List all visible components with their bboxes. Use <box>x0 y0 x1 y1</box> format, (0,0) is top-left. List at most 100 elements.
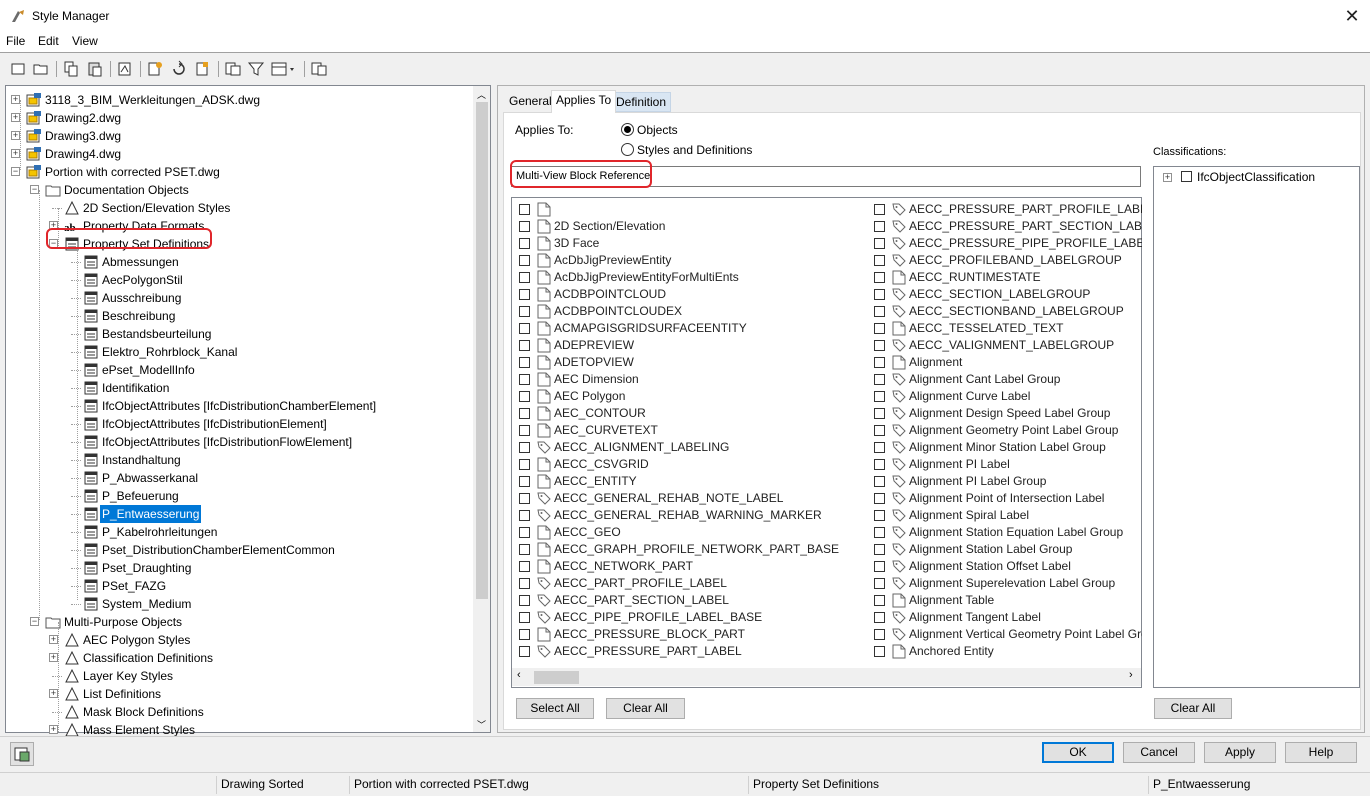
object-checkbox[interactable] <box>519 408 530 419</box>
object-type-label: Alignment Tangent Label <box>909 610 1041 624</box>
object-checkbox[interactable] <box>874 357 885 368</box>
object-checkbox[interactable] <box>874 527 885 538</box>
object-checkbox[interactable] <box>874 323 885 334</box>
object-type-icon <box>537 457 551 472</box>
ok-button[interactable]: OK <box>1042 742 1114 763</box>
object-checkbox[interactable] <box>519 374 530 385</box>
label-style-icon <box>892 610 906 625</box>
label-style-icon <box>892 627 906 642</box>
object-type-icon <box>537 321 551 336</box>
object-type-label: Alignment Minor Station Label Group <box>909 440 1106 454</box>
object-checkbox[interactable] <box>519 646 530 657</box>
object-checkbox[interactable] <box>519 561 530 572</box>
object-checkbox[interactable] <box>519 357 530 368</box>
scroll-left-icon[interactable]: ‹ <box>517 669 521 681</box>
list-horizontal-scrollbar[interactable]: ‹ › <box>512 668 1141 686</box>
object-checkbox[interactable] <box>519 476 530 487</box>
object-checkbox[interactable] <box>519 272 530 283</box>
object-checkbox[interactable] <box>519 306 530 317</box>
object-type-label: AcDbJigPreviewEntity <box>554 253 672 267</box>
object-checkbox[interactable] <box>519 340 530 351</box>
list-scroll-thumb[interactable] <box>534 671 579 684</box>
object-checkbox[interactable] <box>519 493 530 504</box>
label-style-icon <box>892 559 906 574</box>
object-checkbox[interactable] <box>874 544 885 555</box>
object-checkbox[interactable] <box>874 476 885 487</box>
object-checkbox[interactable] <box>519 255 530 266</box>
object-checkbox[interactable] <box>519 629 530 640</box>
object-checkbox[interactable] <box>519 289 530 300</box>
close-icon[interactable]: ✕ <box>1340 4 1364 28</box>
classifications-label: Classifications: <box>1153 146 1227 158</box>
object-checkbox[interactable] <box>519 578 530 589</box>
object-checkbox[interactable] <box>519 425 530 436</box>
label-style-icon <box>892 236 906 251</box>
classifications-tree[interactable]: + IfcObjectClassification <box>1153 166 1360 688</box>
object-checkbox[interactable] <box>519 612 530 623</box>
help-button[interactable]: Help <box>1285 742 1357 763</box>
object-checkbox[interactable] <box>519 527 530 538</box>
object-type-label: Alignment Spiral Label <box>909 508 1030 522</box>
object-checkbox[interactable] <box>519 595 530 606</box>
expand-icon[interactable]: + <box>1163 173 1172 182</box>
object-checkbox[interactable] <box>519 391 530 402</box>
object-checkbox[interactable] <box>874 578 885 589</box>
clear-all-classifications-button[interactable]: Clear All <box>1154 698 1232 719</box>
object-checkbox[interactable] <box>519 323 530 334</box>
object-checkbox[interactable] <box>874 629 885 640</box>
object-checkbox[interactable] <box>519 442 530 453</box>
object-checkbox[interactable] <box>874 646 885 657</box>
expand-icon[interactable]: + <box>49 689 58 698</box>
object-checkbox[interactable] <box>874 272 885 283</box>
object-checkbox[interactable] <box>874 374 885 385</box>
object-checkbox[interactable] <box>874 561 885 572</box>
status-drawing: Portion with corrected PSET.dwg <box>349 776 749 794</box>
scroll-right-icon[interactable]: › <box>1129 669 1133 681</box>
select-all-button[interactable]: Select All <box>516 698 594 719</box>
object-checkbox[interactable] <box>874 289 885 300</box>
object-type-icon <box>537 423 551 438</box>
expand-icon[interactable]: + <box>49 725 58 734</box>
apply-button[interactable]: Apply <box>1204 742 1276 763</box>
object-checkbox[interactable] <box>519 459 530 470</box>
status-style: P_Entwaesserung <box>1148 776 1358 794</box>
object-checkbox[interactable] <box>874 340 885 351</box>
object-type-label: AECC_PRESSURE_PART_PROFILE_LABEL <box>909 202 1142 216</box>
object-checkbox[interactable] <box>519 544 530 555</box>
classification-checkbox[interactable] <box>1181 171 1192 182</box>
object-type-label: Alignment PI Label Group <box>909 474 1047 488</box>
object-checkbox[interactable] <box>874 459 885 470</box>
object-checkbox[interactable] <box>519 510 530 521</box>
label-style-icon <box>537 508 551 523</box>
toggle-panel-button[interactable] <box>10 742 34 766</box>
object-type-label: ACDBPOINTCLOUD <box>554 287 667 301</box>
object-checkbox[interactable] <box>874 493 885 504</box>
object-checkbox[interactable] <box>874 612 885 623</box>
object-checkbox[interactable] <box>874 442 885 453</box>
object-checkbox[interactable] <box>874 408 885 419</box>
cancel-button[interactable]: Cancel <box>1123 742 1195 763</box>
object-checkbox[interactable] <box>874 425 885 436</box>
object-checkbox[interactable] <box>874 595 885 606</box>
object-checkbox[interactable] <box>874 391 885 402</box>
object-checkbox[interactable] <box>519 238 530 249</box>
object-type-label: AECC_SECTION_LABELGROUP <box>909 287 1091 301</box>
object-checkbox[interactable] <box>874 255 885 266</box>
object-type-icon <box>537 304 551 319</box>
object-checkbox[interactable] <box>874 306 885 317</box>
object-checkbox[interactable] <box>874 221 885 232</box>
tab-applies-to[interactable]: Applies To <box>551 90 617 113</box>
object-type-label: Alignment Curve Label <box>909 389 1031 403</box>
scroll-down-icon[interactable]: ﹀ <box>477 718 486 731</box>
classification-item-label: IfcObjectClassification <box>1197 170 1316 184</box>
label-style-icon <box>892 287 906 302</box>
object-type-label: AECC_CSVGRID <box>554 457 649 471</box>
object-checkbox[interactable] <box>874 204 885 215</box>
object-checkbox[interactable] <box>519 221 530 232</box>
object-type-label: AECC_ALIGNMENT_LABELING <box>554 440 730 454</box>
object-checkbox[interactable] <box>874 510 885 521</box>
object-checkbox[interactable] <box>874 238 885 249</box>
object-type-icon <box>892 355 906 370</box>
clear-all-button[interactable]: Clear All <box>606 698 685 719</box>
object-checkbox[interactable] <box>519 204 530 215</box>
